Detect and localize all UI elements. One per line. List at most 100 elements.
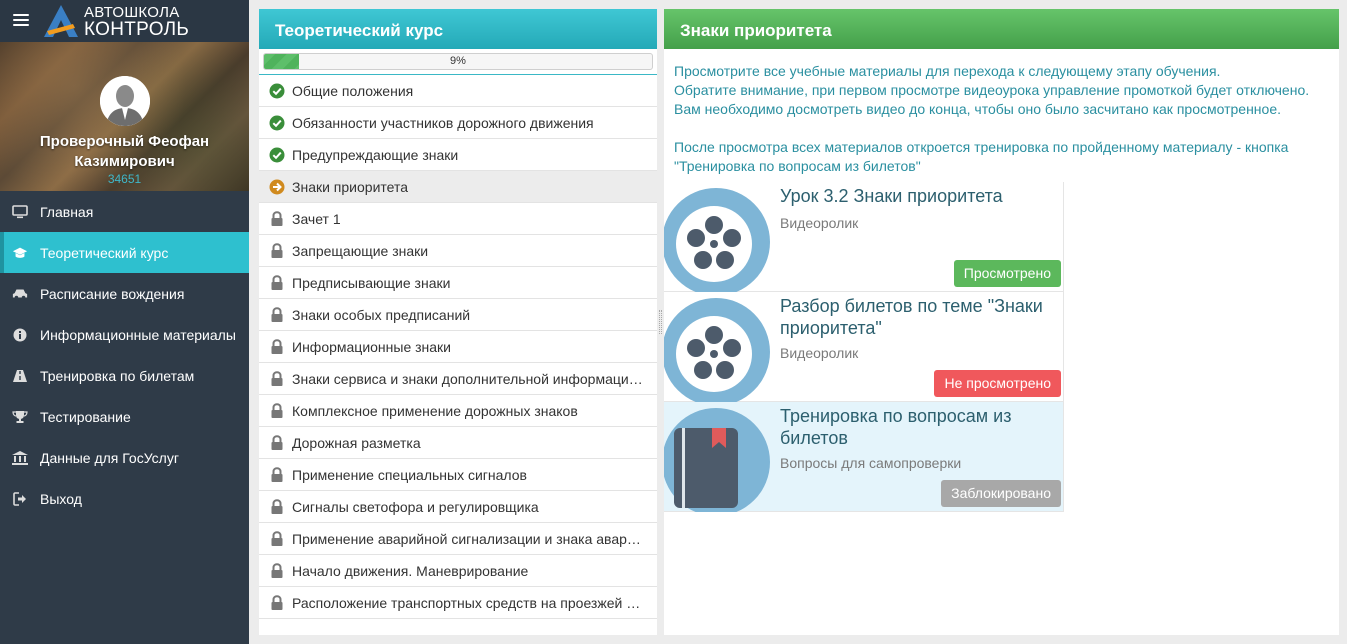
lesson-item[interactable]: Знаки особых предписаний	[259, 299, 657, 331]
nav-item-info-materials[interactable]: Информационные материалы	[0, 314, 249, 355]
progress-bar: 9%	[263, 53, 653, 70]
road-icon	[12, 368, 28, 384]
lesson-item[interactable]: Знаки приоритета	[259, 171, 657, 203]
course-panel-title: Теоретический курс	[259, 9, 657, 49]
nav-item-testing[interactable]: Тестирование	[0, 396, 249, 437]
material-type: Видеоролик	[780, 345, 859, 361]
lesson-item[interactable]: Общие положения	[259, 75, 657, 107]
nav-item-label: Информационные материалы	[40, 326, 236, 343]
lesson-item[interactable]: Информационные знаки	[259, 331, 657, 363]
lock-icon	[269, 370, 285, 387]
material-type: Вопросы для самопроверки	[780, 455, 962, 471]
materials-list: Урок 3.2 Знаки приоритета Видеоролик Про…	[664, 182, 1064, 512]
info-text: Обратите внимание, при первом просмотре …	[674, 82, 1310, 98]
lesson-label: Знаки особых предписаний	[292, 306, 471, 323]
car-icon	[12, 286, 28, 302]
sign-out-icon	[12, 491, 28, 507]
nav-item-label: Расписание вождения	[40, 285, 185, 302]
lock-icon	[269, 434, 285, 451]
avatar[interactable]	[100, 76, 150, 126]
book-icon	[664, 402, 770, 512]
top-bar: АВТОШКОЛА КОНТРОЛЬ	[0, 0, 249, 42]
lesson-item[interactable]: Дорожная разметка	[259, 427, 657, 459]
topic-info: Просмотрите все учебные материалы для пе…	[664, 49, 1339, 176]
status-badge: Просмотрено	[953, 260, 1061, 287]
lesson-label: Предписывающие знаки	[292, 274, 451, 291]
lock-icon	[269, 498, 285, 515]
hamburger-menu-icon[interactable]	[13, 14, 29, 27]
lesson-label: Дорожная разметка	[292, 434, 421, 451]
lesson-label: Зачет 1	[292, 210, 341, 227]
profile-card: Проверочный Феофан Казимирович 34651	[0, 42, 249, 191]
check-circle-icon	[269, 147, 285, 163]
lesson-item[interactable]: Обязанности участников дорожного движени…	[259, 107, 657, 139]
lesson-item[interactable]: Предписывающие знаки	[259, 267, 657, 299]
material-card-tickets-review[interactable]: Разбор билетов по теме "Знаки приоритета…	[664, 292, 1064, 402]
lesson-label: Расположение транспортных средств на про…	[292, 594, 641, 611]
lesson-item[interactable]: Зачет 1	[259, 203, 657, 235]
progress-text: 9%	[450, 55, 466, 67]
lock-icon	[269, 562, 285, 579]
material-card-lesson[interactable]: Урок 3.2 Знаки приоритета Видеоролик Про…	[664, 182, 1064, 292]
nav-item-label: Выход	[40, 490, 82, 507]
main-nav: Главная Теоретический курс Расписание во…	[0, 191, 249, 519]
lesson-item[interactable]: Расположение транспортных средств на про…	[259, 587, 657, 619]
lesson-item[interactable]: Комплексное применение дорожных знаков	[259, 395, 657, 427]
lesson-label: Знаки приоритета	[292, 178, 409, 195]
lesson-item[interactable]: Предупреждающие знаки	[259, 139, 657, 171]
lock-icon	[269, 338, 285, 355]
status-badge: Заблокировано	[941, 480, 1061, 507]
lesson-label: Предупреждающие знаки	[292, 146, 459, 163]
user-silhouette-icon	[100, 76, 150, 126]
material-title[interactable]: Урок 3.2 Знаки приоритета	[780, 185, 1060, 207]
lesson-item[interactable]: Начало движения. Маневрирование	[259, 555, 657, 587]
course-panel: Теоретический курс 9% Общие положения Обя…	[259, 9, 657, 635]
lock-icon	[269, 466, 285, 483]
logo-icon	[44, 5, 78, 37]
sidebar: АВТОШКОЛА КОНТРОЛЬ Проверочный Феофан Ка…	[0, 0, 249, 644]
lock-icon	[269, 210, 285, 227]
material-title[interactable]: Разбор билетов по теме "Знаки приоритета…	[780, 295, 1060, 339]
user-name: Проверочный Феофан Казимирович	[39, 133, 210, 170]
lesson-label: Применение аварийной сигнализации и знак…	[292, 530, 641, 547]
panel-resize-handle[interactable]	[659, 310, 662, 334]
lesson-item[interactable]: Сигналы светофора и регулировщика	[259, 491, 657, 523]
nav-item-driving-schedule[interactable]: Расписание вождения	[0, 273, 249, 314]
info-text: После просмотра всех материалов откроетс…	[674, 139, 1289, 155]
film-reel-icon	[664, 182, 770, 292]
nav-item-gosuslugi[interactable]: Данные для ГосУслуг	[0, 437, 249, 478]
lesson-label: Информационные знаки	[292, 338, 452, 355]
nav-item-label: Тестирование	[40, 408, 131, 425]
lesson-list: Общие положения Обязанности участников до…	[259, 75, 657, 619]
lesson-label: Обязанности участников дорожного движени…	[292, 114, 594, 131]
lock-icon	[269, 594, 285, 611]
nav-item-ticket-training[interactable]: Тренировка по билетам	[0, 355, 249, 396]
nav-item-logout[interactable]: Выход	[0, 478, 249, 519]
nav-item-home[interactable]: Главная	[0, 191, 249, 232]
lesson-label: Сигналы светофора и регулировщика	[292, 498, 539, 515]
lesson-item[interactable]: Знаки сервиса и знаки дополнительной инф…	[259, 363, 657, 395]
lesson-label: Знаки сервиса и знаки дополнительной инф…	[292, 370, 643, 387]
material-title[interactable]: Тренировка по вопросам из билетов	[780, 405, 1060, 449]
lock-icon	[269, 274, 285, 291]
info-text: "Тренировка по вопросам из билетов"	[674, 158, 921, 174]
film-reel-icon	[664, 292, 770, 402]
lock-icon	[269, 306, 285, 323]
lesson-label: Применение специальных сигналов	[292, 466, 527, 483]
lesson-item[interactable]: Применение аварийной сигнализации и знак…	[259, 523, 657, 555]
bank-icon	[12, 450, 28, 466]
lesson-item[interactable]: Применение специальных сигналов	[259, 459, 657, 491]
lesson-item[interactable]: Запрещающие знаки	[259, 235, 657, 267]
check-circle-icon	[269, 115, 285, 131]
nav-item-label: Тренировка по билетам	[40, 367, 195, 384]
nav-item-label: Данные для ГосУслуг	[40, 449, 179, 466]
info-icon	[12, 327, 28, 343]
logo-text: АВТОШКОЛА КОНТРОЛЬ	[84, 4, 189, 39]
nav-item-theory[interactable]: Теоретический курс	[0, 232, 249, 273]
material-card-training[interactable]: Тренировка по вопросам из билетов Вопрос…	[664, 402, 1064, 512]
graduation-cap-icon	[12, 245, 28, 261]
status-badge: Не просмотрено	[934, 370, 1061, 397]
course-progress: 9%	[259, 49, 657, 75]
trophy-icon	[12, 409, 28, 425]
nav-item-label: Теоретический курс	[40, 244, 169, 261]
